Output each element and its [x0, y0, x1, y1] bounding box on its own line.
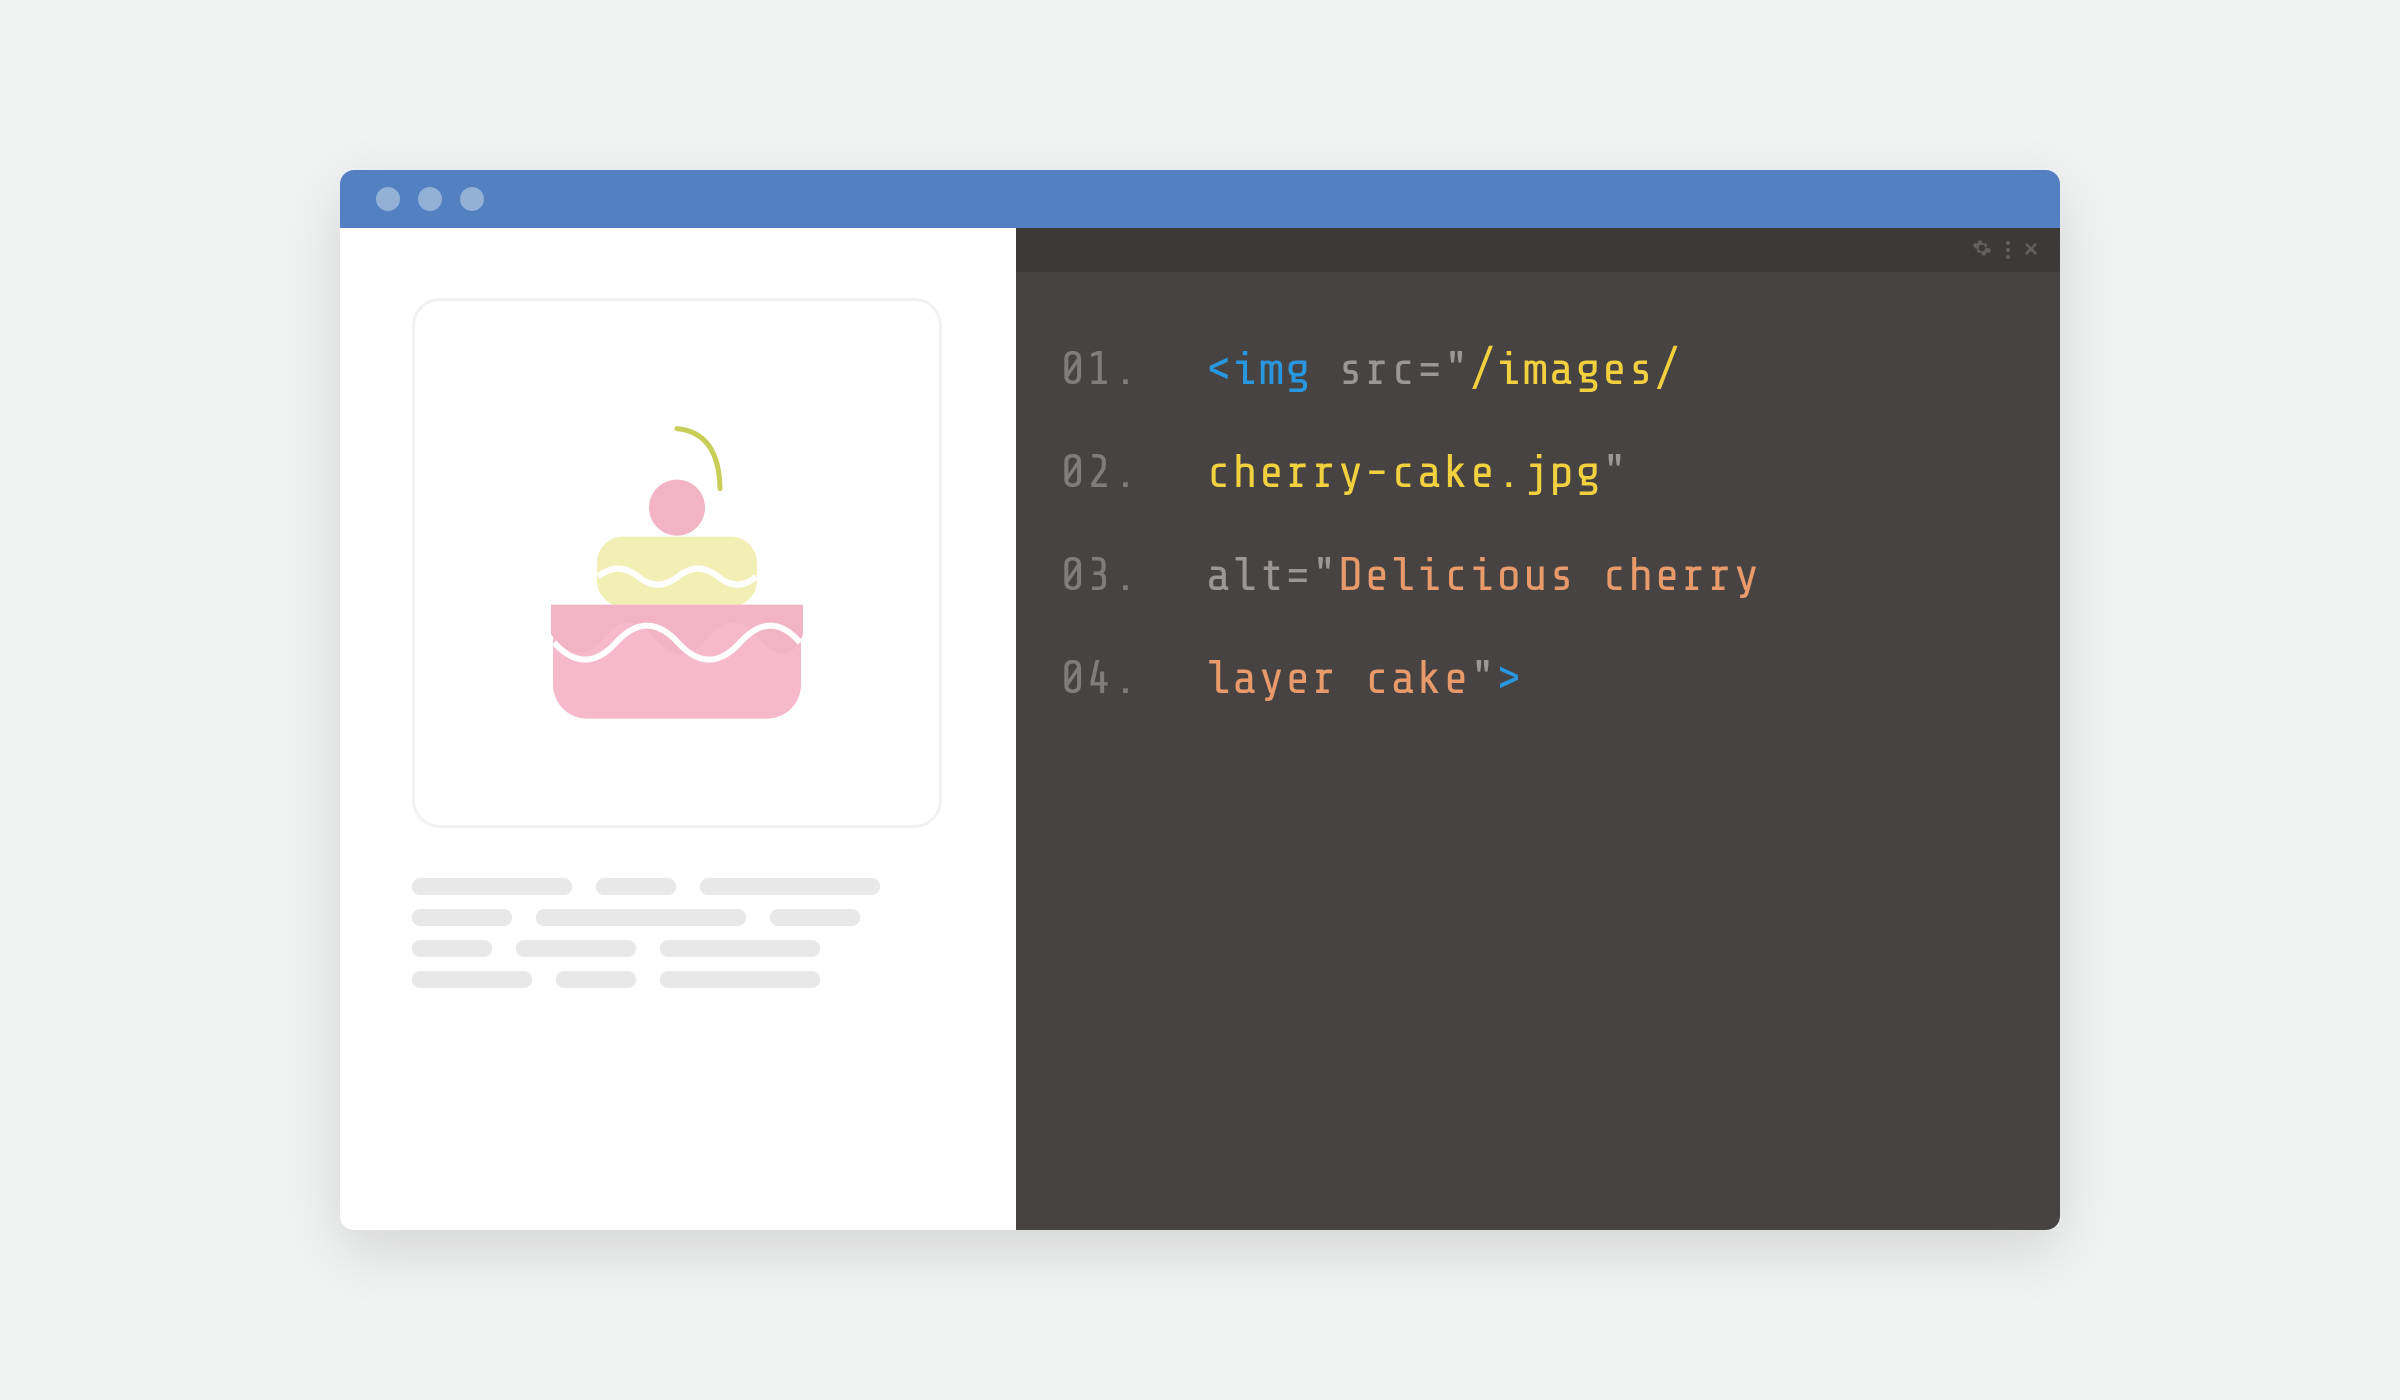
- text-placeholder: [660, 971, 820, 988]
- text-placeholder: [556, 971, 636, 988]
- preview-pane: [340, 228, 1016, 1230]
- code-line: 02.cherry-cake.jpg": [1060, 449, 2020, 496]
- browser-window: × 01.<img src="/images/02.cherry-cake.jp…: [340, 170, 2060, 1230]
- text-placeholder: [412, 909, 512, 926]
- code-line: 04.layer cake">: [1060, 655, 2020, 702]
- text-placeholder: [412, 878, 572, 895]
- code-content[interactable]: <img src="/images/: [1206, 346, 1681, 393]
- code-body: 01.<img src="/images/02.cherry-cake.jpg"…: [1016, 272, 2060, 758]
- code-line: 03.alt="Delicious cherry: [1060, 552, 2020, 599]
- traffic-light[interactable]: [460, 187, 484, 211]
- line-number: 04.: [1060, 655, 1206, 702]
- text-placeholder: [412, 971, 532, 988]
- placeholder-text: [412, 878, 952, 988]
- text-placeholder: [700, 878, 880, 895]
- code-pane: × 01.<img src="/images/02.cherry-cake.jp…: [1016, 228, 2060, 1230]
- line-number: 02.: [1060, 449, 1206, 496]
- code-toolbar: ×: [1016, 228, 2060, 272]
- code-content[interactable]: layer cake">: [1206, 655, 1523, 702]
- text-placeholder: [536, 909, 746, 926]
- gear-icon[interactable]: [1972, 238, 1992, 263]
- text-placeholder: [770, 909, 860, 926]
- text-placeholder: [660, 940, 820, 957]
- cake-icon: [497, 405, 857, 765]
- close-icon[interactable]: ×: [2024, 238, 2038, 262]
- traffic-light[interactable]: [376, 187, 400, 211]
- code-content[interactable]: cherry-cake.jpg": [1206, 449, 1628, 496]
- more-icon[interactable]: [2006, 241, 2010, 259]
- code-line: 01.<img src="/images/: [1060, 346, 2020, 393]
- titlebar: [340, 170, 2060, 228]
- text-placeholder: [596, 878, 676, 895]
- code-content[interactable]: alt="Delicious cherry: [1206, 552, 1760, 599]
- line-number: 03.: [1060, 552, 1206, 599]
- preview-image-card: [412, 298, 942, 828]
- traffic-light[interactable]: [418, 187, 442, 211]
- line-number: 01.: [1060, 346, 1206, 393]
- text-placeholder: [516, 940, 636, 957]
- text-placeholder: [412, 940, 492, 957]
- window-body: × 01.<img src="/images/02.cherry-cake.jp…: [340, 228, 2060, 1230]
